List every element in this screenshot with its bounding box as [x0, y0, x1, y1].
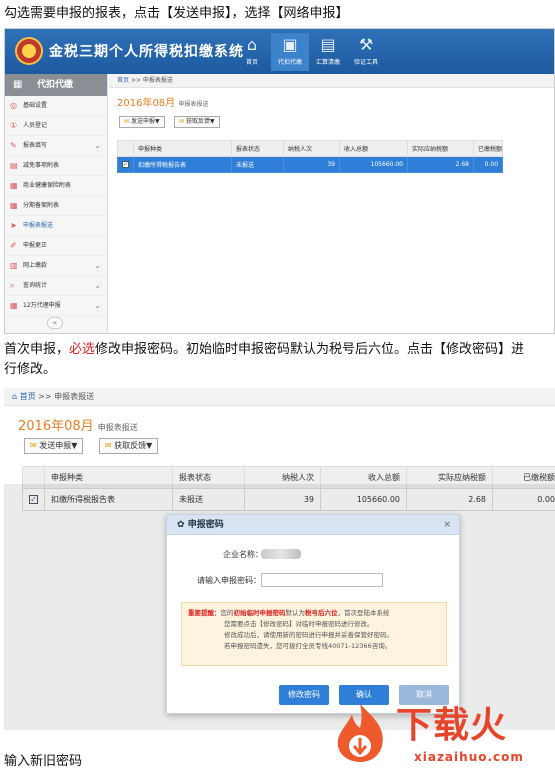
sidebar-item-health-insurance[interactable]: ▦ 商业健康保险附表	[5, 176, 107, 196]
password-input[interactable]	[261, 573, 383, 587]
document-icon: ▤	[10, 161, 18, 170]
sidebar-item-person-registration[interactable]: ① 人员登记	[5, 116, 107, 136]
search-icon: ⌕	[10, 281, 15, 290]
calculator-icon: ▤	[320, 35, 336, 54]
grid-small-icon: ▦	[10, 181, 18, 190]
report-table: 申报种类 报表状态 纳税人次 收入总额 实际应纳税额 已缴税额 ✓ 扣缴所得税报…	[117, 140, 504, 173]
tools-icon: ⚒	[358, 35, 374, 54]
app-title: 金税三期个人所得税扣缴系统	[49, 44, 244, 60]
company-label: 企业名称：	[223, 550, 263, 559]
feedback-icon: ✉	[104, 441, 112, 450]
footer-text: 输入新旧密码	[4, 754, 83, 769]
intro-text: 勾选需要申报的报表，点击【发送申报】，选择【网络申报】	[4, 6, 349, 21]
breadcrumb: ⌂ 首页 >> 申报表报送	[4, 388, 555, 406]
get-feedback-button[interactable]: ✉ 获取反馈▼	[174, 116, 220, 128]
table-row[interactable]: ✓ 扣缴所得税报告表 未报送 39 105660.00 2.68 0.00	[117, 156, 504, 173]
collapse-sidebar-button[interactable]: «	[47, 317, 63, 329]
nav-withholding[interactable]: ▣ 代扣代缴	[271, 33, 309, 71]
close-icon[interactable]: ×	[443, 515, 451, 535]
chevron-down-icon: ⌄	[94, 261, 101, 270]
grid-icon: ▦	[13, 79, 23, 90]
send-declaration-button[interactable]: ✉ 发送申报▼	[24, 438, 84, 454]
sidebar: ▦ 代扣代缴 ◎ 基础设置 ① 人员登记 ✎ 报表填写 ⌄ ▤ 减免事项附表 ▦ 商业健康保险…	[5, 74, 108, 333]
chevron-down-icon: ⌄	[94, 281, 101, 290]
edit-icon: ✎	[10, 141, 17, 150]
get-feedback-button[interactable]: ✉ 获取反馈▼	[98, 438, 159, 454]
breadcrumb-home[interactable]: ⌂ 首页	[12, 392, 36, 401]
grid-small-icon: ▦	[10, 301, 18, 310]
briefcase-icon: ▣	[282, 35, 298, 54]
pencil-icon: ✐	[10, 241, 17, 250]
watermark-title: 下载火	[396, 705, 508, 746]
payment-icon: ▥	[10, 261, 18, 270]
gear-icon: ✿	[177, 520, 185, 530]
sidebar-item-report-submit[interactable]: ➤ 申报表报送	[5, 216, 107, 236]
screenshot-tax-system: 金税三期个人所得税扣缴系统 ⌂ 首页 ▣ 代扣代缴 ▤ 汇算清缴 ⚒ 验证工具 ▦ 代扣代…	[4, 28, 555, 334]
company-name-blurred	[261, 549, 301, 559]
sidebar-item-installment[interactable]: ▦ 分期备案附表	[5, 196, 107, 216]
sidebar-item-online-payment[interactable]: ▥ 网上缴款 ⌄	[5, 256, 107, 276]
sidebar-item-reduction-schedule[interactable]: ▤ 减免事项附表	[5, 156, 107, 176]
breadcrumb: 首页 >> 申报表报送	[109, 74, 554, 88]
settings-icon: ◎	[10, 101, 17, 110]
sidebar-item-basic-settings[interactable]: ◎ 基础设置	[5, 96, 107, 116]
toolbar: ✉ 发送申报▼ ✉ 获取反馈▼	[24, 438, 170, 454]
sidebar-item-report-fill[interactable]: ✎ 报表填写 ⌄	[5, 136, 107, 156]
send-icon: ➤	[10, 221, 17, 230]
screenshot-password-dialog: ⌂ 首页 >> 申报表报送 2016年08月 申报表报送 ✉ 发送申报▼ ✉ 获…	[4, 388, 555, 730]
grid-small-icon: ▦	[10, 201, 18, 210]
dialog-header: ✿ 申报密码 ×	[167, 515, 459, 535]
send-declaration-button[interactable]: ✉ 发送申报▼	[119, 116, 165, 128]
feedback-icon: ✉	[179, 118, 185, 125]
tax-emblem-icon	[15, 37, 43, 65]
sidebar-item-query-stats[interactable]: ⌕ 查询统计 ⌄	[5, 276, 107, 296]
sidebar-item-proxy-declaration[interactable]: ▦ 12万代理申报 ⌄	[5, 296, 107, 316]
send-icon: ✉	[30, 441, 37, 450]
sidebar-title: ▦ 代扣代缴	[5, 74, 107, 96]
period-title: 2016年08月 申报表报送	[18, 419, 138, 434]
nav-tools[interactable]: ⚒ 验证工具	[347, 33, 385, 71]
nav-settlement[interactable]: ▤ 汇算清缴	[309, 33, 347, 71]
sidebar-item-correction[interactable]: ✐ 申报更正	[5, 236, 107, 256]
toolbar: ✉ 发送申报▼ ✉ 获取反馈▼	[119, 113, 554, 128]
chevron-down-icon: ⌄	[94, 141, 101, 150]
chevron-down-icon: ⌄	[94, 301, 101, 310]
nav-home[interactable]: ⌂ 首页	[233, 33, 271, 71]
person-icon: ①	[10, 121, 18, 130]
flame-logo-icon	[337, 704, 383, 762]
watermark-url: xiazaihuo.com	[414, 750, 524, 764]
breadcrumb-home[interactable]: 首页	[117, 77, 129, 84]
password-dialog: ✿ 申报密码 × 企业名称： 请输入申报密码： 重要提醒：您的初始临时申报密码默…	[166, 514, 460, 714]
home-icon: ⌂	[12, 392, 18, 401]
main-content: 首页 >> 申报表报送 2016年08月 申报表报送 ✉ 发送申报▼ ✉ 获取反…	[109, 74, 554, 333]
row-checkbox[interactable]: ✓	[122, 161, 129, 168]
important-notice: 重要提醒：您的初始临时申报密码默认为税号后六位，首次登陆本系统 您需要点击【修改…	[181, 602, 447, 666]
send-icon: ✉	[124, 118, 130, 125]
instruction-text: 首次申报，必选修改申报密码。初始临时申报密码默认为税号后六位。点击【修改密码】进…	[4, 342, 525, 377]
period-title: 2016年08月 申报表报送	[117, 98, 209, 109]
home-icon: ⌂	[246, 35, 258, 54]
change-password-button[interactable]: 修改密码	[279, 685, 329, 705]
app-header: 金税三期个人所得税扣缴系统 ⌂ 首页 ▣ 代扣代缴 ▤ 汇算清缴 ⚒ 验证工具	[5, 29, 554, 74]
password-label: 请输入申报密码：	[197, 576, 261, 585]
watermark: 下载火 xiazaihuo.com	[330, 692, 555, 780]
